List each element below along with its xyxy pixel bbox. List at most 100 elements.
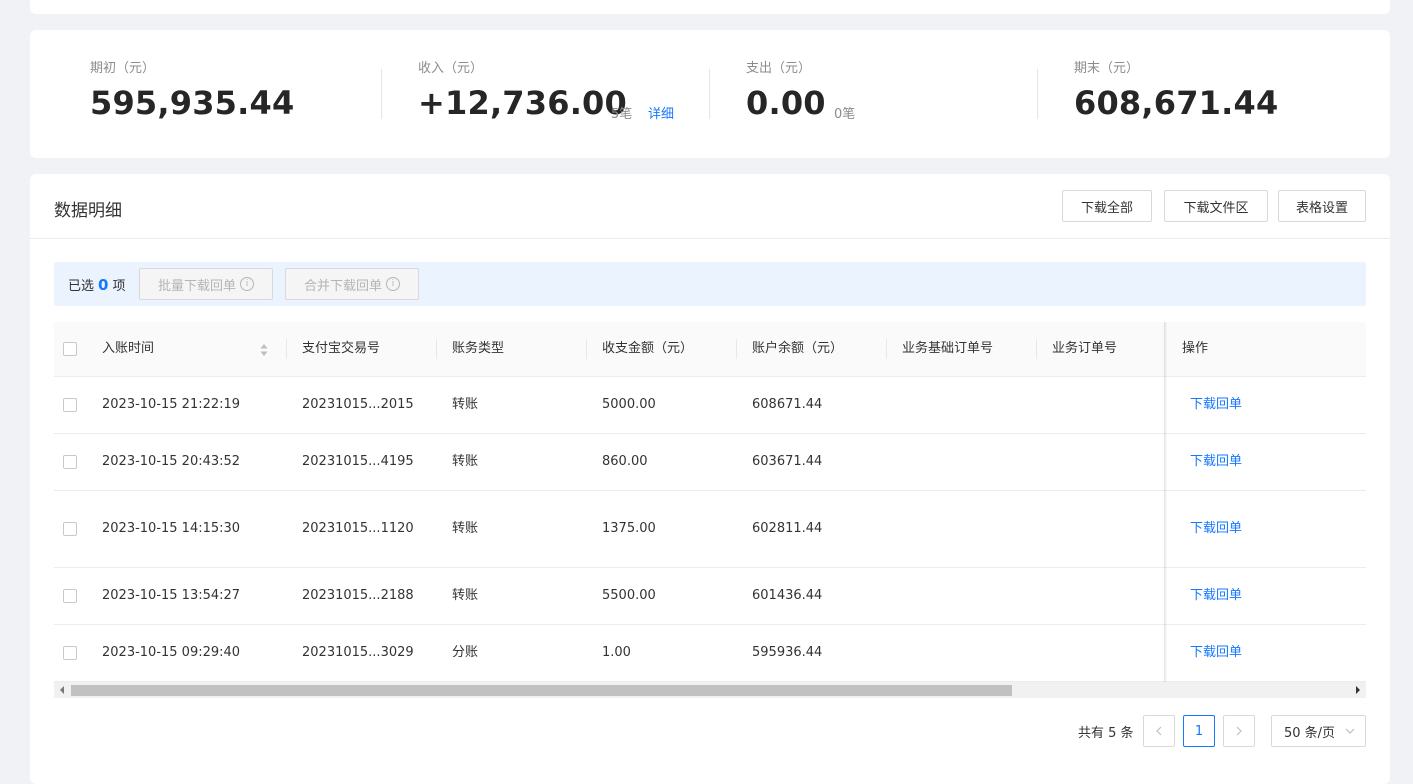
selection-bar: 已选 0 项 批量下载回单 i 合并下载回单 i — [54, 262, 1366, 306]
download-all-button[interactable]: 下载全部 — [1062, 190, 1152, 222]
cell-trade-no: 20231015...3029 — [302, 645, 414, 660]
row-checkbox[interactable] — [63, 522, 77, 536]
stat-divider — [709, 69, 710, 119]
header-type: 账务类型 — [452, 341, 505, 356]
header-separator — [1036, 339, 1037, 359]
download-files-button[interactable]: 下载文件区 — [1164, 190, 1268, 222]
stat-expense-label: 支出（元） — [746, 61, 812, 76]
stat-closing-value: 608,671.44 — [1074, 84, 1279, 122]
row-checkbox[interactable] — [63, 455, 77, 469]
cell-type: 转账 — [452, 397, 479, 412]
selection-suffix: 项 — [112, 279, 126, 294]
cell-trade-no: 20231015...4195 — [302, 454, 414, 469]
download-receipt-link[interactable]: 下载回单 — [1190, 491, 1242, 567]
selection-summary: 已选 0 项 — [68, 275, 125, 294]
cell-balance: 595936.44 — [752, 645, 823, 660]
chevron-left-icon — [1156, 726, 1162, 736]
scroll-right-icon[interactable] — [1356, 686, 1360, 694]
top-card — [30, 0, 1390, 14]
merge-download-button[interactable]: 合并下载回单 i — [285, 268, 419, 300]
detail-card: 数据明细 下载全部 下载文件区 表格设置 已选 0 项 批量下载回单 i 合并下载回… — [30, 174, 1390, 784]
next-page-button[interactable] — [1223, 715, 1255, 747]
scroll-left-icon[interactable] — [60, 686, 64, 694]
cell-balance: 602811.44 — [752, 521, 823, 536]
selection-prefix: 已选 — [68, 279, 95, 294]
cell-type: 转账 — [452, 454, 479, 469]
cell-time: 2023-10-15 21:22:19 — [102, 397, 241, 412]
cell-time: 2023-10-15 20:43:52 — [102, 454, 241, 469]
batch-download-button[interactable]: 批量下载回单 i — [139, 268, 273, 300]
cell-time: 2023-10-15 13:54:27 — [102, 588, 241, 603]
merge-download-label: 合并下载回单 — [303, 278, 382, 294]
stat-divider — [381, 69, 382, 119]
prev-page-button[interactable] — [1143, 715, 1175, 747]
cell-balance: 608671.44 — [752, 397, 823, 412]
header-time: 入账时间 — [102, 341, 155, 356]
cell-time: 2023-10-15 09:29:40 — [102, 645, 241, 660]
stat-income-label: 收入（元） — [418, 61, 484, 76]
cell-amount: 1.00 — [602, 645, 631, 660]
income-detail-link[interactable]: 详细 — [648, 103, 674, 122]
info-icon: i — [386, 277, 400, 291]
header-balance: 账户余额（元） — [752, 341, 844, 356]
row-checkbox[interactable] — [63, 589, 77, 603]
stat-expense-count: 0笔 — [834, 107, 856, 122]
header-separator — [436, 339, 437, 359]
scroll-thumb[interactable] — [71, 685, 1012, 696]
stat-income-count: 5笔 — [611, 107, 633, 122]
info-icon: i — [240, 277, 254, 291]
table-row: 2023-10-15 20:43:52 20231015...4195 转账 8… — [54, 434, 1366, 491]
table-settings-button[interactable]: 表格设置 — [1278, 190, 1366, 222]
stat-closing-label: 期末（元） — [1074, 61, 1140, 76]
cell-amount: 860.00 — [602, 454, 648, 469]
header-separator — [736, 339, 737, 359]
table-row: 2023-10-15 09:29:40 20231015...3029 分账 1… — [54, 625, 1366, 682]
cell-balance: 601436.44 — [752, 588, 823, 603]
header-amount: 收支金额（元） — [602, 341, 694, 356]
cell-trade-no: 20231015...2188 — [302, 588, 414, 603]
table-row: 2023-10-15 13:54:27 20231015...2188 转账 5… — [54, 568, 1366, 625]
horizontal-scrollbar[interactable] — [54, 682, 1366, 698]
divider — [30, 238, 1390, 239]
table-header: 入账时间 支付宝交易号 账务类型 收支金额（元） 账户余额（元） 业务基础订单号… — [54, 322, 1366, 377]
stat-opening-value: 595,935.44 — [90, 84, 295, 122]
row-checkbox[interactable] — [63, 646, 77, 660]
cell-amount: 5500.00 — [602, 588, 656, 603]
chevron-down-icon — [1345, 728, 1355, 734]
page-button-current[interactable]: 1 — [1183, 715, 1215, 747]
stat-expense-value: 0.00 — [746, 84, 826, 122]
header-separator — [286, 339, 287, 359]
header-separator — [886, 339, 887, 359]
page-size-select[interactable]: 50 条/页 — [1271, 715, 1366, 747]
download-receipt-link[interactable]: 下载回单 — [1190, 434, 1242, 490]
header-action: 操作 — [1182, 341, 1209, 356]
stat-opening-label: 期初（元） — [90, 61, 156, 76]
selection-count: 0 — [98, 276, 109, 294]
download-receipt-link[interactable]: 下载回单 — [1190, 377, 1242, 433]
sort-icon[interactable] — [260, 343, 268, 357]
cell-time: 2023-10-15 14:15:30 — [102, 521, 241, 536]
pagination-total: 共有 5 条 — [1078, 726, 1134, 741]
chevron-right-icon — [1236, 726, 1242, 736]
cell-trade-no: 20231015...2015 — [302, 397, 414, 412]
cell-type: 转账 — [452, 521, 479, 536]
download-receipt-link[interactable]: 下载回单 — [1190, 568, 1242, 624]
download-receipt-link[interactable]: 下载回单 — [1190, 625, 1242, 681]
select-all-checkbox[interactable] — [63, 342, 77, 356]
section-title: 数据明细 — [54, 201, 122, 221]
cell-amount: 1375.00 — [602, 521, 656, 536]
cell-type: 分账 — [452, 645, 479, 660]
batch-download-label: 批量下载回单 — [157, 278, 236, 294]
cell-type: 转账 — [452, 588, 479, 603]
row-checkbox[interactable] — [63, 398, 77, 412]
cell-trade-no: 20231015...1120 — [302, 521, 414, 536]
cell-balance: 603671.44 — [752, 454, 823, 469]
table-row: 2023-10-15 21:22:19 20231015...2015 转账 5… — [54, 377, 1366, 434]
header-base-order-no: 业务基础订单号 — [902, 341, 994, 356]
cell-amount: 5000.00 — [602, 397, 656, 412]
page-size-label: 50 条/页 — [1284, 725, 1336, 741]
summary-card: 期初（元） 595,935.44 收入（元） +12,736.00 5笔 详细 … — [30, 30, 1390, 158]
table-row: 2023-10-15 14:15:30 20231015...1120 转账 1… — [54, 491, 1366, 568]
header-trade-no: 支付宝交易号 — [302, 341, 381, 356]
header-separator — [586, 339, 587, 359]
